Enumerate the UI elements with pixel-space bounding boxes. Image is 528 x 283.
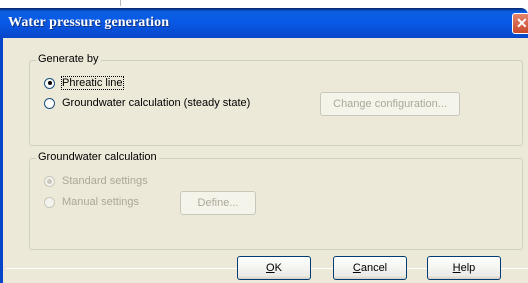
define-label: Define... bbox=[197, 197, 239, 209]
background-tick bbox=[120, 0, 121, 6]
background-strip bbox=[0, 0, 528, 8]
help-label-rest: elp bbox=[460, 262, 476, 274]
phreatic-line-label[interactable]: Phreatic line bbox=[61, 76, 124, 90]
dialog-body: Generate by Phreatic line Groundwater ca… bbox=[0, 38, 528, 283]
ok-label-rest: K bbox=[274, 262, 282, 274]
phreatic-line-option[interactable]: Phreatic line bbox=[44, 76, 124, 90]
help-mnemonic: H bbox=[452, 262, 461, 274]
groundwater-calc-option[interactable]: Groundwater calculation (steady state) bbox=[44, 97, 250, 109]
dialog-title: Water pressure generation bbox=[8, 15, 170, 30]
groundwater-calculation-group: Groundwater calculation Standard setting… bbox=[29, 151, 523, 250]
ok-button[interactable]: OK bbox=[237, 256, 311, 280]
define-button[interactable]: Define... bbox=[180, 191, 256, 215]
ok-mnemonic: O bbox=[266, 262, 275, 274]
change-configuration-label: Change configuration... bbox=[333, 98, 447, 110]
radio-selected-dot bbox=[47, 81, 52, 85]
water-pressure-dialog: Water pressure generation ✕ Generate by … bbox=[0, 8, 528, 283]
cancel-button[interactable]: Cancel bbox=[333, 256, 407, 280]
change-configuration-button[interactable]: Change configuration... bbox=[320, 92, 460, 116]
close-icon: ✕ bbox=[516, 15, 528, 31]
cancel-mnemonic: C bbox=[352, 262, 361, 274]
help-button[interactable]: Help bbox=[427, 256, 501, 280]
standard-settings-radio[interactable] bbox=[44, 175, 55, 187]
standard-settings-label[interactable]: Standard settings bbox=[62, 175, 148, 187]
close-button[interactable]: ✕ bbox=[512, 13, 528, 34]
generate-by-legend: Generate by bbox=[36, 53, 101, 65]
generate-by-group: Generate by Phreatic line Groundwater ca… bbox=[29, 53, 523, 146]
groundwater-calc-label[interactable]: Groundwater calculation (steady state) bbox=[62, 97, 250, 109]
standard-settings-option[interactable]: Standard settings bbox=[44, 175, 148, 187]
manual-settings-option[interactable]: Manual settings bbox=[44, 196, 139, 208]
groundwater-calc-radio[interactable] bbox=[44, 97, 55, 109]
manual-settings-radio[interactable] bbox=[44, 196, 55, 208]
groundwater-calculation-legend: Groundwater calculation bbox=[36, 151, 159, 163]
phreatic-line-radio[interactable] bbox=[44, 77, 55, 89]
manual-settings-label[interactable]: Manual settings bbox=[62, 196, 139, 208]
cancel-label-rest: ancel bbox=[360, 262, 388, 274]
title-bar[interactable]: Water pressure generation ✕ bbox=[0, 8, 528, 38]
radio-selected-dot bbox=[47, 178, 52, 184]
